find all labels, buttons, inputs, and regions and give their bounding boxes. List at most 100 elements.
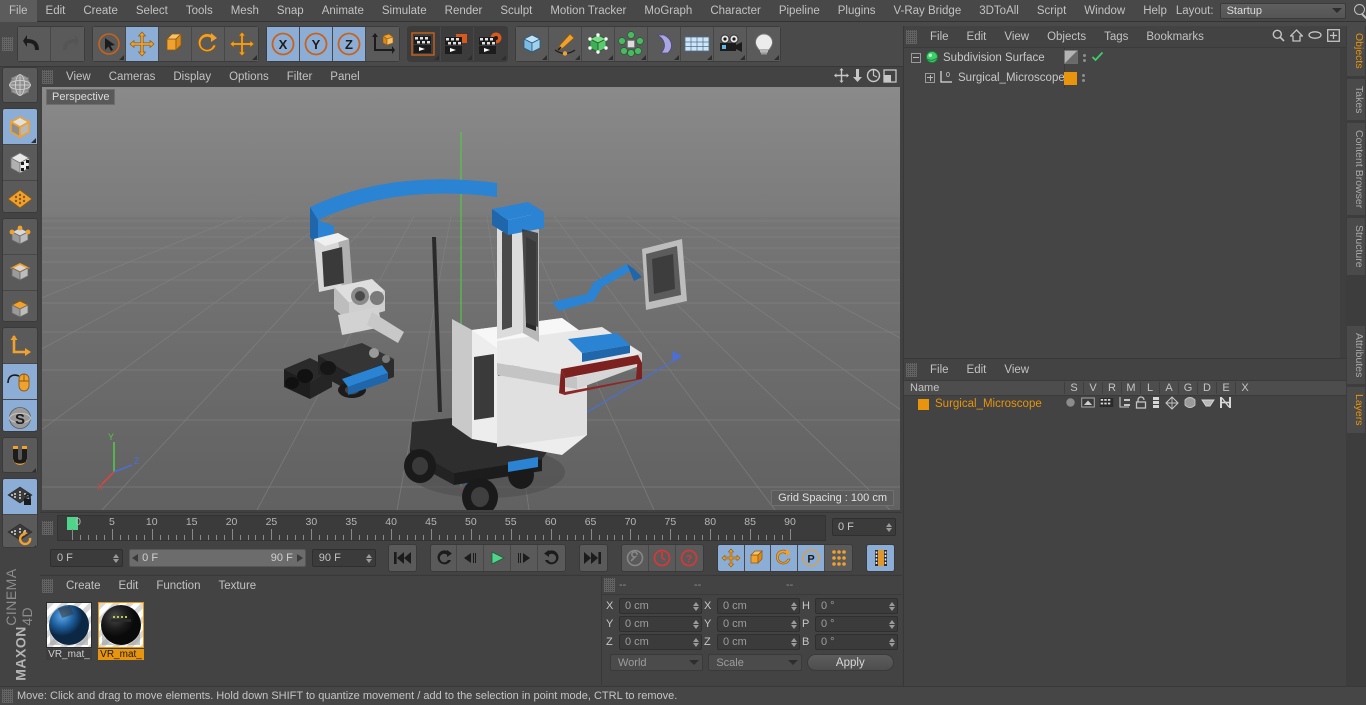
viewport-menu-options[interactable]: Options [220,67,278,87]
pos-z-field[interactable]: 0 cm [619,634,702,650]
spinner-icon[interactable] [889,601,895,611]
object-row-surgical-microscope[interactable]: 0 Surgical_Microscope [904,68,1346,88]
manager-icon[interactable] [1118,396,1131,412]
menu-item-script[interactable]: Script [1028,0,1075,22]
viewport-menu-cameras[interactable]: Cameras [100,67,165,87]
tab-layers[interactable]: Layers [1347,387,1365,433]
tree-expand-icon[interactable] [910,52,923,65]
viewport-menu-view[interactable]: View [57,67,100,87]
object-menu-bookmarks[interactable]: Bookmarks [1137,27,1213,47]
tab-takes[interactable]: Takes [1347,78,1365,121]
tab-objects[interactable]: Objects [1347,26,1365,76]
axis-mode-icon[interactable] [3,328,37,365]
menu-item-edit[interactable]: Edit [37,0,75,22]
pos-y-field[interactable]: 0 cm [619,616,702,632]
layer-manager-grip[interactable] [906,362,917,377]
play-button[interactable] [484,545,512,571]
goto-end-button[interactable] [580,545,607,571]
tag-dots-icon[interactable] [1082,74,1085,82]
layer-color-swatch[interactable] [918,398,929,410]
menu-item-create[interactable]: Create [74,0,127,22]
menu-item-window[interactable]: Window [1075,0,1134,22]
move-tool-icon[interactable] [126,27,159,61]
workplane-icon[interactable] [3,181,37,212]
spinner-icon[interactable] [791,619,797,629]
tab-content-browser[interactable]: Content Browser [1347,123,1365,216]
spinner-icon[interactable] [889,619,895,629]
layer-menu-file[interactable]: File [921,360,958,380]
axis-y-button[interactable]: Y [300,27,333,61]
generator-icon[interactable] [1165,395,1179,413]
deformer-icon[interactable] [1183,396,1197,413]
object-row-subdivision-surface[interactable]: Subdivision Surface [904,48,1346,68]
axis-x-button[interactable]: X [267,27,300,61]
menu-item-render[interactable]: Render [436,0,492,22]
array-deformer-icon[interactable] [615,27,648,61]
dolly-icon[interactable] [851,68,864,86]
next-frame-button[interactable] [511,545,539,571]
viewport-menu-display[interactable]: Display [164,67,220,87]
menu-item-snap[interactable]: Snap [268,0,313,22]
spinner-icon[interactable] [693,601,699,611]
pen-spline-icon[interactable] [549,27,582,61]
range-right-arrow-icon[interactable] [296,554,303,562]
phong-tag-icon[interactable] [1064,49,1078,67]
range-left-arrow-icon[interactable] [132,554,139,562]
workplane-lock-icon[interactable] [3,478,37,515]
undo-button[interactable] [18,27,51,61]
lock-icon[interactable] [1135,396,1147,412]
menu-item-3dtoall[interactable]: 3DToAll [970,0,1028,22]
add-layer-icon[interactable] [1327,28,1340,45]
menu-item-mesh[interactable]: Mesh [222,0,268,22]
cube-primitive-icon[interactable] [516,27,549,61]
size-x-field[interactable]: 0 cm [717,598,800,614]
timeline-range-slider[interactable]: 0 F 90 F [129,549,306,567]
axis-z-button[interactable]: Z [333,27,366,61]
expression-icon[interactable] [1201,397,1215,411]
timeline-current-frame-field[interactable]: 0 F [832,518,896,536]
rot-h-field[interactable]: 0 ° [815,598,898,614]
spinner-icon[interactable] [886,522,892,532]
material-menu-create[interactable]: Create [57,576,110,596]
object-menu-view[interactable]: View [995,27,1038,47]
object-enabled-check-icon[interactable] [1091,50,1104,66]
viewport-menu-panel[interactable]: Panel [321,67,368,87]
material-grip[interactable] [42,579,53,593]
render-icon[interactable] [1099,396,1114,412]
apply-button[interactable]: Apply [806,654,894,671]
viewport-grip[interactable] [42,70,53,84]
timeline-start-field[interactable]: 0 F [50,549,124,567]
spinner-icon[interactable] [889,637,895,647]
scale-tool-icon[interactable] [159,27,192,61]
record-param-button[interactable]: P [798,545,826,571]
prev-key-button[interactable] [430,545,458,571]
layer-color-tag[interactable] [1064,71,1077,85]
menu-item-select[interactable]: Select [127,0,177,22]
menu-item-character[interactable]: Character [701,0,770,22]
texture-mode-icon[interactable] [3,145,37,182]
material-thumbnail[interactable] [98,602,144,648]
search-icon[interactable] [1272,29,1285,45]
world-grid-icon[interactable] [3,68,37,103]
tab-structure[interactable]: Structure [1347,218,1365,275]
menu-item-pipeline[interactable]: Pipeline [770,0,829,22]
home-icon[interactable] [1288,28,1305,45]
object-manager-grip[interactable] [906,29,917,44]
spinner-icon[interactable] [365,553,372,563]
solo-icon[interactable] [1064,396,1077,412]
object-menu-file[interactable]: File [921,27,958,47]
timeline-grip[interactable] [42,521,53,535]
material-menu-texture[interactable]: Texture [209,576,265,596]
snap-magnet-icon[interactable] [3,437,37,472]
record-pla-button[interactable] [825,545,853,571]
object-menu-edit[interactable]: Edit [958,27,996,47]
keyframe-selection-button[interactable]: ? [675,545,703,571]
polygon-mode-icon[interactable] [3,290,37,322]
workplane-reset-icon[interactable] [3,514,37,548]
view-icon[interactable] [1081,396,1095,412]
nurbs-generator-icon[interactable] [582,27,615,61]
enable-tweak-icon[interactable] [3,364,37,401]
point-mode-icon[interactable] [3,218,37,255]
menu-item-vray-bridge[interactable]: V-Ray Bridge [884,0,970,22]
menu-item-simulate[interactable]: Simulate [373,0,436,22]
